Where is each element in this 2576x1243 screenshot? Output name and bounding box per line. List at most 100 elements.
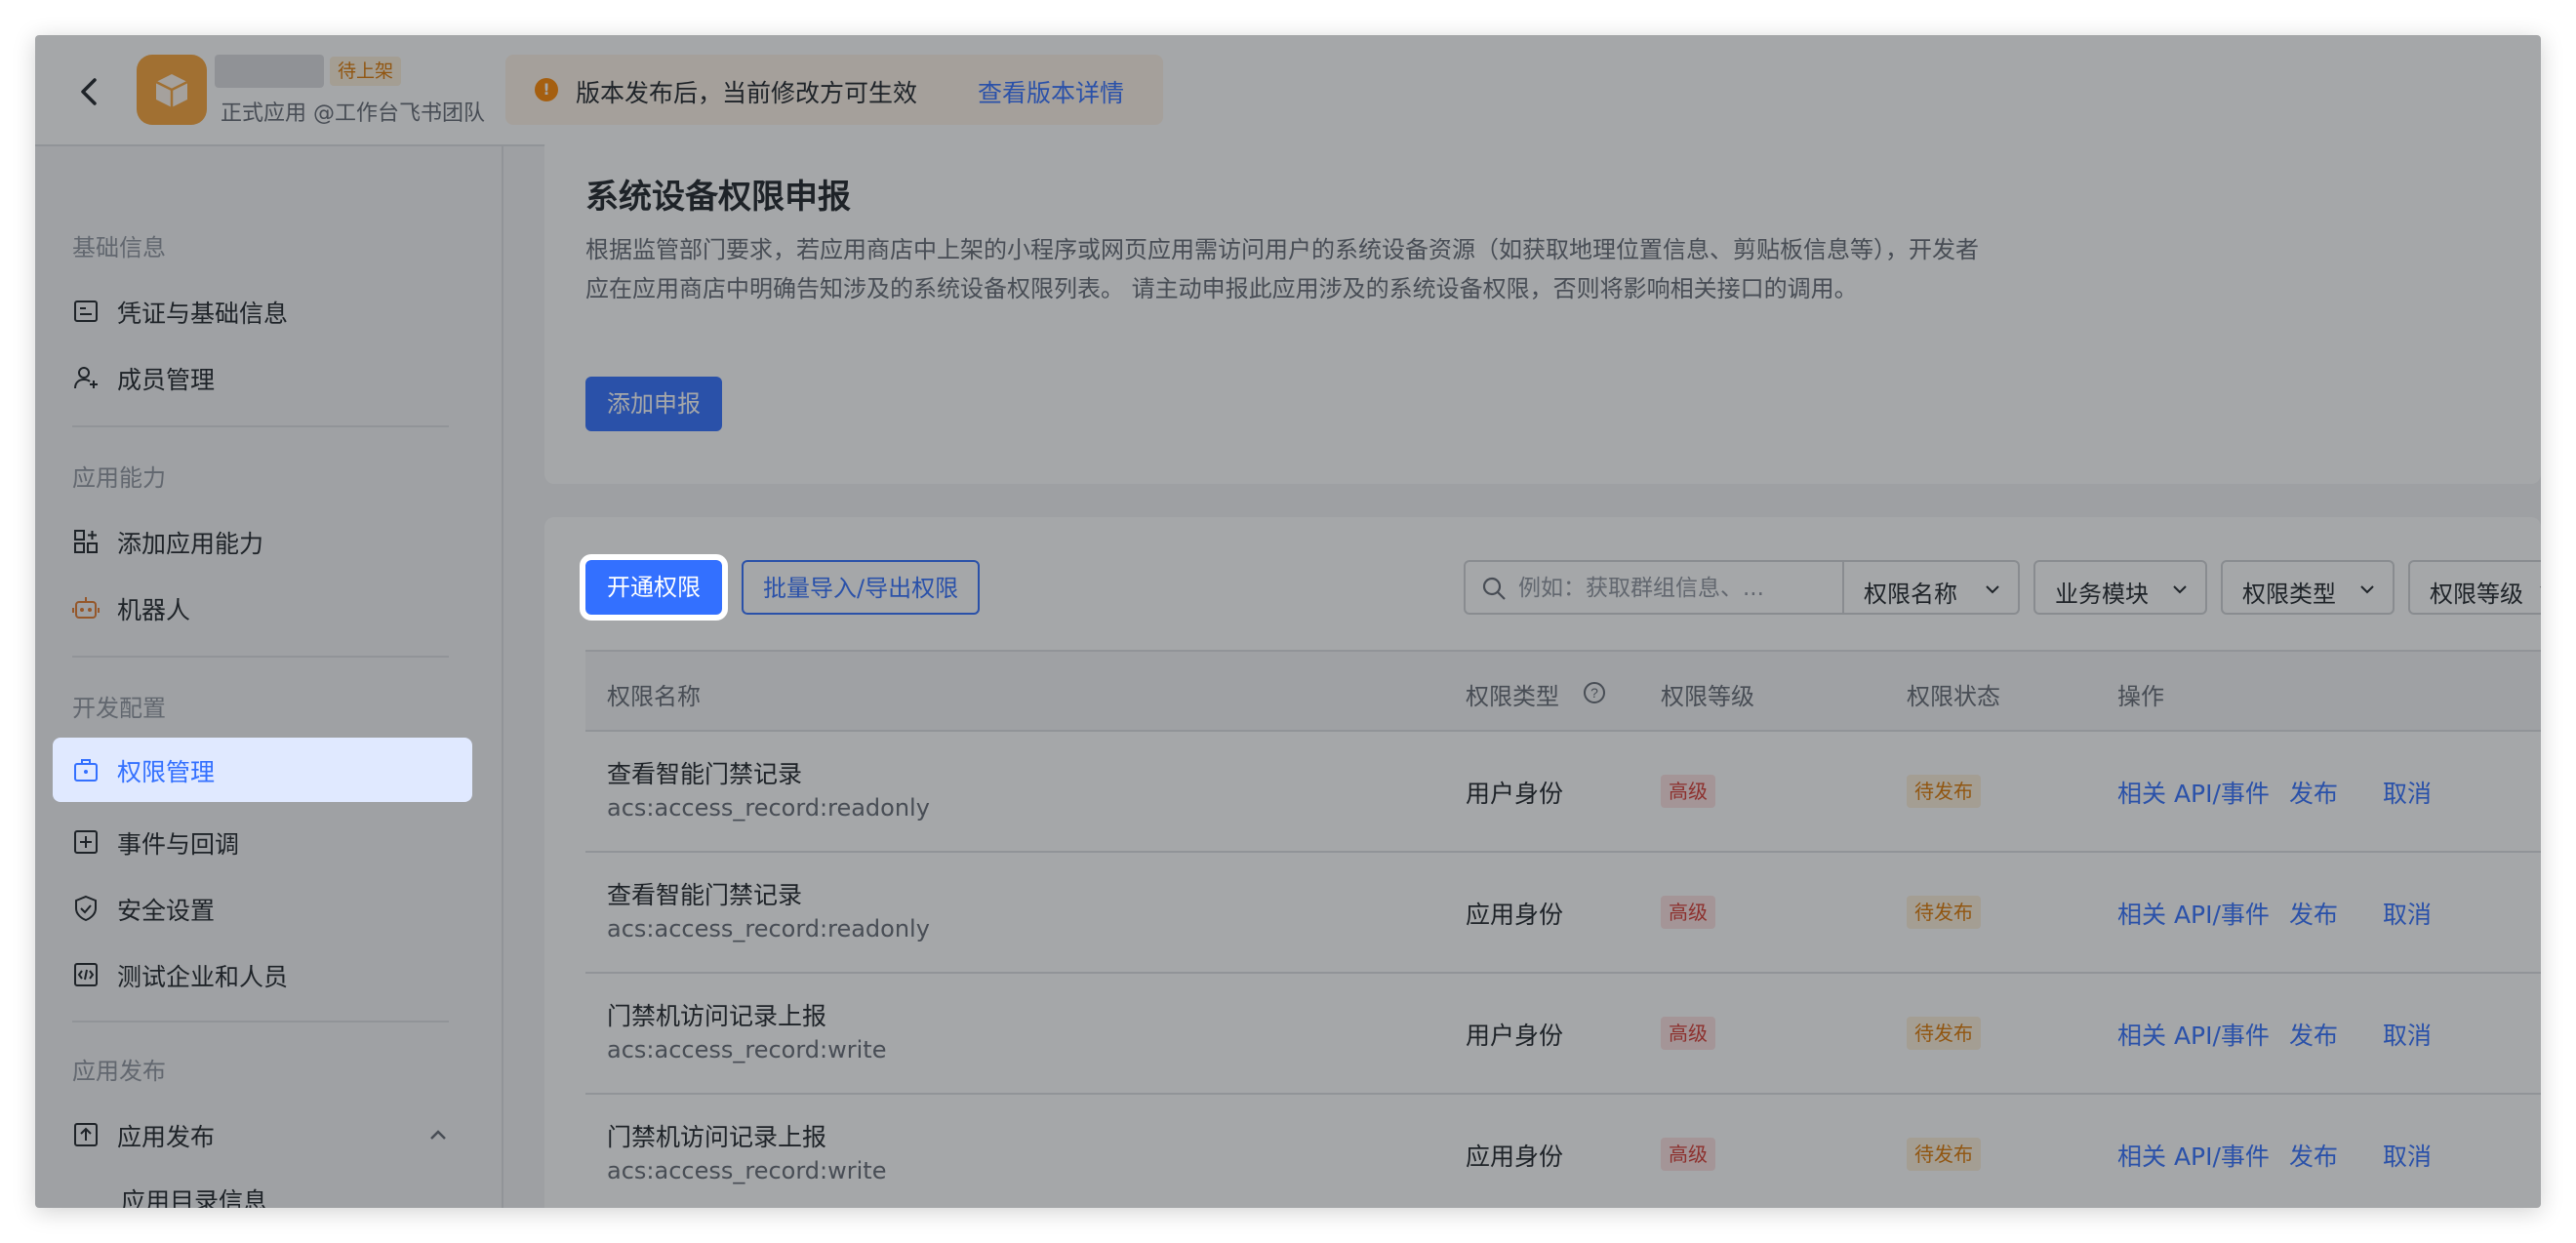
sidebar-item-label: 凭证与基础信息 <box>117 300 289 328</box>
level-badge: 高级 <box>1661 775 1715 808</box>
related-api-link[interactable]: 相关 API/事件 <box>2117 1138 2270 1173</box>
status-badge: 待发布 <box>1907 1138 1981 1171</box>
filter-permission-name[interactable]: 权限名称 <box>1844 560 2020 615</box>
permission-type: 用户身份 <box>1466 1022 1564 1050</box>
status-badge: 待发布 <box>1907 896 1981 929</box>
publish-link[interactable]: 发布 <box>2289 1138 2338 1173</box>
filter-label: 权限名称 <box>1864 581 1957 608</box>
sidebar-item-label: 成员管理 <box>117 366 216 394</box>
device-permission-description: 根据监管部门要求，若应用商店中上架的小程序或网页应用需访问用户的系统设备资源（如… <box>585 236 1979 302</box>
level-badge: 高级 <box>1661 896 1715 929</box>
main-content: 系统设备权限申报 根据监管部门要求，若应用商店中上架的小程序或网页应用需访问用户… <box>505 137 2541 1208</box>
sidebar-item-permissions[interactable]: 权限管理 <box>53 738 472 802</box>
column-header-type: 权限类型 <box>1466 683 1559 710</box>
permission-name: 门禁机访问记录上报 <box>607 1002 827 1030</box>
table-row: 查看智能门禁记录 acs:access_record:readonly 应用身份… <box>585 853 2541 974</box>
permission-key: acs:access_record:write <box>607 1157 887 1184</box>
app-subtitle: 正式应用 @工作台飞书团队 <box>221 101 485 126</box>
publish-link[interactable]: 发布 <box>2289 775 2338 810</box>
filter-permission-level[interactable]: 权限等级 <box>2408 560 2541 615</box>
sidebar-item-members[interactable]: 成员管理 <box>53 347 472 408</box>
chevron-down-icon <box>2173 585 2187 594</box>
status-badge: 待发布 <box>1907 775 1981 808</box>
filter-label: 业务模块 <box>2055 581 2149 608</box>
publish-link[interactable]: 发布 <box>2289 896 2338 931</box>
sidebar-group-dev-config: 开发配置 <box>72 695 166 722</box>
permission-key: acs:access_record:write <box>607 1036 887 1063</box>
related-api-link[interactable]: 相关 API/事件 <box>2117 896 2270 931</box>
table-row: 查看智能门禁记录 acs:access_record:readonly 用户身份… <box>585 732 2541 853</box>
related-api-link[interactable]: 相关 API/事件 <box>2117 1017 2270 1052</box>
svg-text:?: ? <box>1590 685 1598 701</box>
chevron-down-icon <box>1986 585 1999 594</box>
cancel-link[interactable]: 取消 <box>2383 896 2432 931</box>
help-circle-icon[interactable]: ? <box>1583 681 1606 704</box>
sidebar-item-add-capability[interactable]: 添加应用能力 <box>53 511 472 572</box>
chevron-left-icon <box>81 78 97 105</box>
upload-icon <box>74 1123 98 1146</box>
notice-text: 版本发布后，当前修改方可生效 <box>576 79 918 107</box>
sidebar-item-robot[interactable]: 机器人 <box>53 578 472 638</box>
sidebar-item-credentials[interactable]: 凭证与基础信息 <box>53 281 472 341</box>
sidebar: 基础信息 凭证与基础信息 成员管理 应用能力 添加应用能力 机器人 开发配置 权… <box>35 146 503 1208</box>
sidebar-item-events[interactable]: 事件与回调 <box>53 812 472 872</box>
open-permission-button[interactable]: 开通权限 <box>580 554 728 621</box>
event-icon <box>74 830 98 854</box>
chevron-up-icon[interactable] <box>427 1126 449 1143</box>
level-badge: 高级 <box>1661 1138 1715 1171</box>
code-icon <box>74 963 98 986</box>
robot-icon <box>72 597 100 619</box>
filter-business-module[interactable]: 业务模块 <box>2033 560 2207 615</box>
sidebar-divider <box>72 1021 449 1022</box>
permission-type: 应用身份 <box>1466 901 1564 929</box>
sidebar-subitem-catalog-info[interactable]: 应用目录信息 <box>121 1183 267 1208</box>
top-header: 待上架 正式应用 @工作台飞书团队 ! 版本发布后，当前修改方可生效 查看版本详… <box>35 35 2541 146</box>
permission-name: 查看智能门禁记录 <box>607 760 803 788</box>
sidebar-divider <box>72 656 449 658</box>
filter-label: 权限类型 <box>2242 581 2336 608</box>
box-icon <box>155 74 188 107</box>
permission-name: 门禁机访问记录上报 <box>607 1123 827 1151</box>
sidebar-item-label: 机器人 <box>117 596 191 624</box>
search-icon <box>1482 577 1506 600</box>
cancel-link[interactable]: 取消 <box>2383 1017 2432 1052</box>
table-row: 门禁机访问记录上报 acs:access_record:write 应用身份 高… <box>585 1095 2541 1208</box>
sidebar-item-label: 应用发布 <box>117 1123 216 1151</box>
cancel-link[interactable]: 取消 <box>2383 775 2432 810</box>
column-header-level: 权限等级 <box>1661 683 1754 710</box>
publish-link[interactable]: 发布 <box>2289 1017 2338 1052</box>
view-version-details-link[interactable]: 查看版本详情 <box>978 74 1124 109</box>
sidebar-item-security[interactable]: 安全设置 <box>53 878 472 939</box>
device-permission-card: 系统设备权限申报 根据监管部门要求，若应用商店中上架的小程序或网页应用需访问用户… <box>544 137 2541 484</box>
bulk-import-export-button[interactable]: 批量导入/导出权限 <box>742 560 981 615</box>
back-button[interactable] <box>70 72 109 111</box>
search-input[interactable] <box>1518 570 1831 607</box>
credential-icon <box>74 301 98 322</box>
sidebar-item-label: 安全设置 <box>117 897 216 925</box>
level-badge: 高级 <box>1661 1017 1715 1050</box>
shield-icon <box>75 895 97 922</box>
filter-label: 权限等级 <box>2430 581 2523 608</box>
sidebar-divider <box>72 425 449 427</box>
sidebar-item-label: 事件与回调 <box>117 830 240 859</box>
related-api-link[interactable]: 相关 API/事件 <box>2117 775 2270 810</box>
sidebar-item-label: 权限管理 <box>117 758 216 786</box>
add-report-button[interactable]: 添加申报 <box>585 377 722 431</box>
table-header: 权限名称 权限类型 ? 权限等级 权限状态 操作 <box>585 650 2541 732</box>
sidebar-item-release[interactable]: 应用发布 <box>53 1104 472 1165</box>
sidebar-group-basic: 基础信息 <box>72 234 166 261</box>
chevron-down-icon <box>2540 586 2541 588</box>
sidebar-item-label: 测试企业和人员 <box>117 963 289 991</box>
cancel-link[interactable]: 取消 <box>2383 1138 2432 1173</box>
sidebar-item-test-enterprise[interactable]: 测试企业和人员 <box>53 944 472 1005</box>
column-header-actions: 操作 <box>2117 683 2164 710</box>
permission-type: 用户身份 <box>1466 780 1564 808</box>
warning-icon: ! <box>535 78 558 101</box>
filter-permission-type[interactable]: 权限类型 <box>2221 560 2395 615</box>
sidebar-group-capability: 应用能力 <box>72 464 166 492</box>
permission-briefcase-icon <box>74 759 98 782</box>
permission-key: acs:access_record:readonly <box>607 915 930 942</box>
table-row: 门禁机访问记录上报 acs:access_record:write 用户身份 高… <box>585 974 2541 1095</box>
permission-list-card: 开通权限 批量导入/导出权限 权限名称 业务模块 权限类型 权限等级 <box>544 517 2541 1208</box>
app-status-tag: 待上架 <box>330 57 402 86</box>
